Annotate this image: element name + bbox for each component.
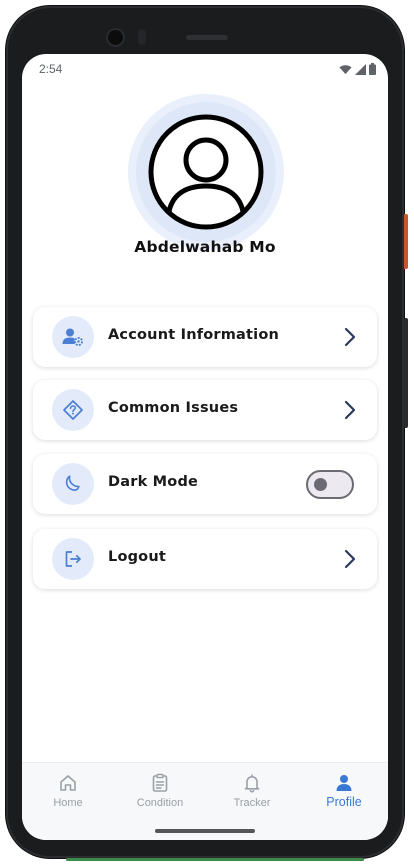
menu-item-label: Logout <box>108 549 166 565</box>
user-avatar-icon[interactable] <box>144 110 268 234</box>
device-edge-accent <box>66 858 364 861</box>
nav-label: Home <box>53 797 83 809</box>
profile-name: Abdelwahab Mo <box>134 238 276 256</box>
menu-item-label: Dark Mode <box>108 474 199 490</box>
menu-item-label: Account Information <box>108 327 280 343</box>
battery-icon <box>369 63 376 75</box>
nav-item-profile[interactable]: Profile <box>298 773 388 817</box>
proximity-sensor <box>138 29 146 45</box>
status-time: 2:54 <box>39 62 63 76</box>
nav-label: Profile <box>326 795 362 809</box>
menu-item-common-issues[interactable]: Common Issues <box>33 380 377 440</box>
nav-label: Condition <box>136 797 184 809</box>
moon-icon <box>65 475 80 491</box>
user-settings-icon <box>62 328 83 346</box>
help-diamond-icon <box>63 400 83 420</box>
status-icons <box>339 63 376 75</box>
nav-item-home[interactable]: Home <box>22 773 114 817</box>
cell-signal-icon <box>355 63 366 75</box>
clipboard-icon <box>152 773 168 792</box>
app-screen: 2:54 Abdelwahab Mo Account Information C… <box>22 54 388 840</box>
menu-item-account-information[interactable]: Account Information <box>33 307 377 367</box>
logout-icon <box>65 551 81 567</box>
toggle-knob <box>314 478 327 491</box>
home-icon <box>60 775 76 791</box>
nav-item-tracker[interactable]: Tracker <box>206 773 298 817</box>
volume-button <box>404 318 408 428</box>
home-indicator[interactable] <box>155 829 255 833</box>
menu-icon-container <box>52 538 94 580</box>
status-bar: 2:54 <box>22 54 388 84</box>
menu-item-logout[interactable]: Logout <box>33 529 377 589</box>
front-camera <box>108 30 123 45</box>
earpiece-speaker <box>186 35 228 40</box>
person-icon <box>336 775 352 791</box>
menu-item-dark-mode: Dark Mode <box>33 454 377 514</box>
wifi-icon <box>339 64 352 74</box>
menu-icon-container <box>52 316 94 358</box>
menu-icon-container <box>52 463 94 505</box>
menu-icon-container <box>52 389 94 431</box>
chevron-right-icon <box>344 400 356 420</box>
nav-label: Tracker <box>233 797 271 809</box>
chevron-right-icon <box>344 327 356 347</box>
nav-item-condition[interactable]: Condition <box>114 773 206 817</box>
power-button <box>404 214 408 269</box>
phone-frame: 2:54 Abdelwahab Mo Account Information C… <box>6 6 408 861</box>
bottom-navigation: Home Condition Tracker Profile <box>22 762 388 840</box>
menu-item-label: Common Issues <box>108 400 239 416</box>
bell-icon <box>244 774 260 793</box>
dark-mode-toggle[interactable] <box>306 470 354 499</box>
chevron-right-icon <box>344 549 356 569</box>
